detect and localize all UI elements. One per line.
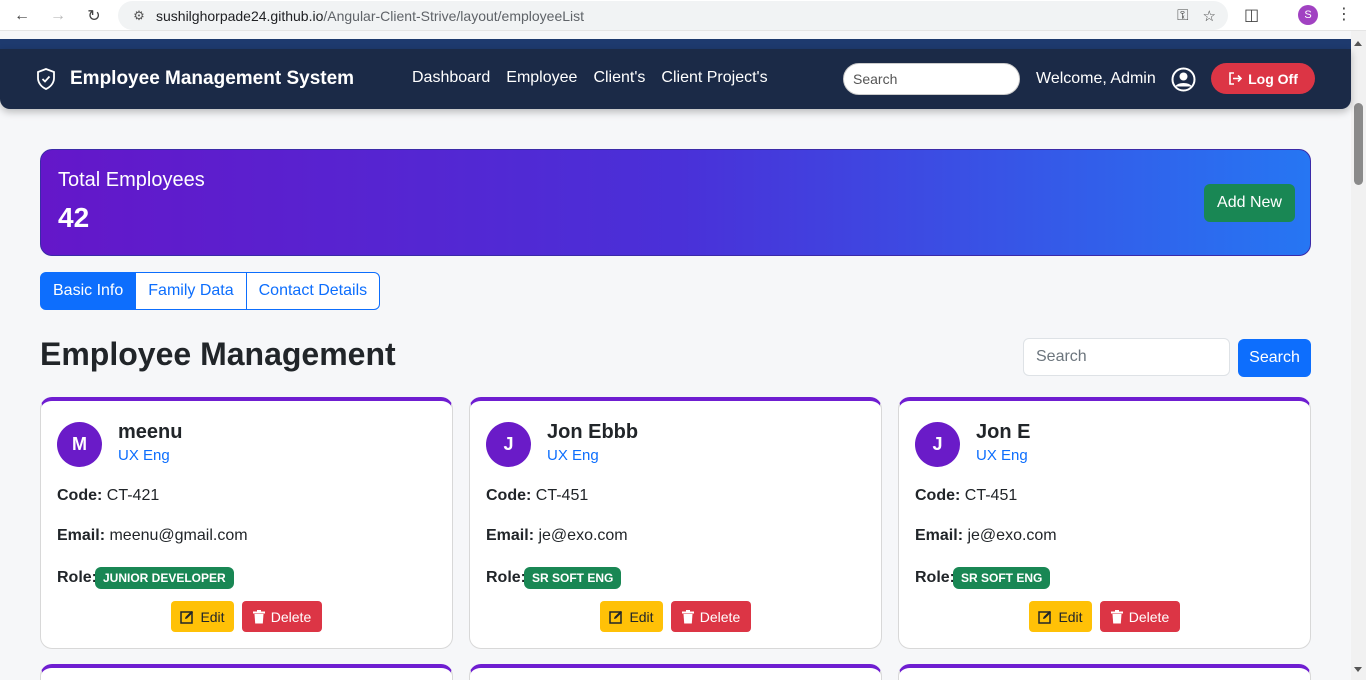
- star-icon[interactable]: ☆: [1203, 7, 1216, 25]
- brand-title: Employee Management System: [70, 68, 355, 89]
- employee-designation[interactable]: UX Eng: [976, 447, 1028, 464]
- trash-icon: [252, 609, 265, 623]
- edit-button[interactable]: Edit: [1029, 601, 1092, 632]
- navbar-search-input[interactable]: [843, 63, 1020, 95]
- employee-email: Email: je@exo.com: [915, 527, 1057, 544]
- employee-role: Role: SR SOFT ENG: [486, 567, 622, 589]
- edit-icon: [1038, 610, 1052, 624]
- trash-icon: [1110, 609, 1123, 623]
- page-scrollbar[interactable]: [1351, 31, 1366, 680]
- role-badge: SR SOFT ENG: [524, 567, 622, 589]
- total-employees-banner: Total Employees 42 Add New: [40, 149, 1311, 256]
- employee-card: [469, 664, 882, 680]
- kebab-menu-icon[interactable]: ⋮: [1336, 4, 1352, 24]
- employee-name: Jon E: [976, 421, 1031, 443]
- edit-icon: [609, 610, 623, 624]
- employee-code: Code: CT-451: [486, 487, 589, 504]
- employee-role: Role: SR SOFT ENG: [915, 567, 1051, 589]
- scroll-up-icon[interactable]: [1354, 41, 1362, 46]
- url-text[interactable]: sushilghorpade24.github.io/Angular-Clien…: [156, 8, 584, 24]
- site-settings-icon[interactable]: ⚙: [130, 7, 148, 25]
- employee-email: Email: meenu@gmail.com: [57, 527, 248, 544]
- browser-toolbar: ← → ↻ ⚙ sushilghorpade24.github.io/Angul…: [0, 0, 1366, 31]
- brand[interactable]: Employee Management System: [36, 68, 354, 90]
- reload-icon[interactable]: ↻: [76, 0, 112, 31]
- search-button[interactable]: Search: [1238, 339, 1311, 377]
- trash-icon: [681, 609, 694, 623]
- role-badge: JUNIOR DEVELOPER: [95, 567, 234, 589]
- tab-family-data[interactable]: Family Data: [135, 272, 247, 310]
- employee-code: Code: CT-421: [57, 487, 160, 504]
- employee-card: [898, 664, 1311, 680]
- add-new-button[interactable]: Add New: [1204, 184, 1295, 222]
- nav-clients[interactable]: Client's: [593, 69, 645, 87]
- info-tabs: Basic Info Family Data Contact Details: [40, 272, 381, 310]
- logoff-button[interactable]: Log Off: [1211, 63, 1315, 94]
- welcome-text: Welcome, Admin: [1036, 70, 1156, 87]
- delete-button[interactable]: Delete: [671, 601, 751, 632]
- employee-email: Email: je@exo.com: [486, 527, 628, 544]
- extensions-icon[interactable]: ◫: [1244, 5, 1259, 25]
- edit-button[interactable]: Edit: [600, 601, 663, 632]
- user-circle-icon[interactable]: [1171, 67, 1196, 92]
- forward-arrow-icon[interactable]: →: [40, 0, 76, 31]
- shield-check-icon: [37, 68, 55, 90]
- profile-avatar[interactable]: S: [1298, 5, 1318, 25]
- total-employees-label: Total Employees: [58, 169, 205, 191]
- employee-card: J Jon E UX Eng Code: CT-451 Email: je@ex…: [898, 397, 1311, 649]
- back-arrow-icon[interactable]: ←: [4, 0, 40, 31]
- nav-employee[interactable]: Employee: [506, 69, 577, 87]
- employee-search-input[interactable]: [1023, 338, 1230, 376]
- nav-client-projects[interactable]: Client Project's: [661, 69, 767, 87]
- scrollbar-thumb[interactable]: [1354, 103, 1363, 185]
- main-nav: Dashboard Employee Client's Client Proje…: [412, 69, 768, 87]
- logout-icon: [1229, 72, 1243, 85]
- scroll-down-icon[interactable]: [1354, 667, 1362, 672]
- employee-designation[interactable]: UX Eng: [547, 447, 599, 464]
- delete-button[interactable]: Delete: [242, 601, 322, 632]
- app-navbar: Employee Management System Dashboard Emp…: [0, 49, 1351, 109]
- employee-card: [40, 664, 453, 680]
- employee-name: meenu: [118, 421, 183, 443]
- edit-icon: [180, 610, 194, 624]
- total-employees-count: 42: [58, 202, 90, 233]
- avatar: J: [486, 422, 531, 467]
- employee-name: Jon Ebbb: [547, 421, 639, 443]
- tab-basic-info[interactable]: Basic Info: [40, 272, 137, 310]
- avatar: J: [915, 422, 960, 467]
- edit-button[interactable]: Edit: [171, 601, 234, 632]
- address-bar[interactable]: ⚙ sushilghorpade24.github.io/Angular-Cli…: [118, 1, 1228, 30]
- employee-card: J Jon Ebbb UX Eng Code: CT-451 Email: je…: [469, 397, 882, 649]
- key-icon[interactable]: ⚿: [1177, 7, 1188, 24]
- nav-dashboard[interactable]: Dashboard: [412, 69, 490, 87]
- tab-contact-details[interactable]: Contact Details: [245, 272, 381, 310]
- role-badge: SR SOFT ENG: [953, 567, 1051, 589]
- employee-card: M meenu UX Eng Code: CT-421 Email: meenu…: [40, 397, 453, 649]
- employee-role: Role: JUNIOR DEVELOPER: [57, 567, 234, 589]
- page-title: Employee Management: [40, 336, 396, 372]
- delete-button[interactable]: Delete: [1100, 601, 1180, 632]
- avatar: M: [57, 422, 102, 467]
- employee-code: Code: CT-451: [915, 487, 1018, 504]
- navbar-top-strip: [0, 39, 1351, 49]
- logoff-label: Log Off: [1248, 70, 1298, 87]
- employee-designation[interactable]: UX Eng: [118, 447, 170, 464]
